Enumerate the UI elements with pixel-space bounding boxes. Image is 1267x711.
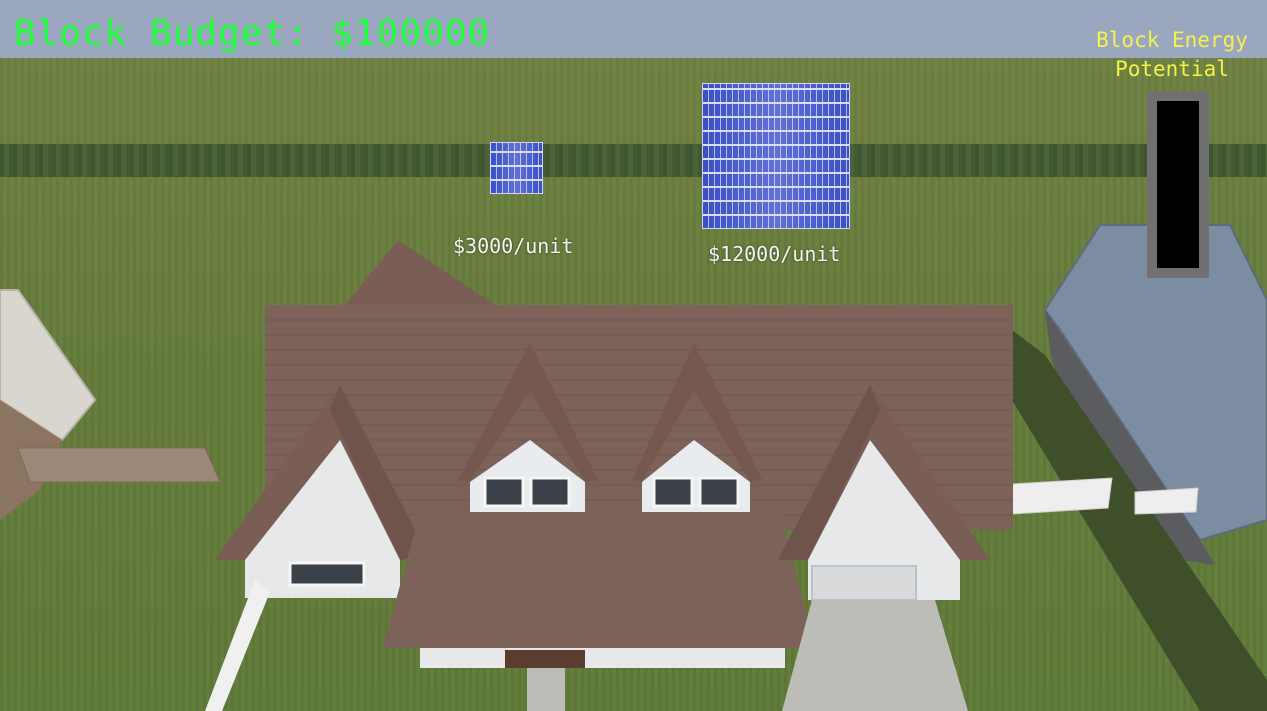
solar-panel-small-price: $3000/unit: [453, 234, 574, 258]
right-fence-1: [1011, 477, 1113, 515]
energy-meter: [1147, 91, 1209, 278]
block-budget-label: Block Budget: $100000: [14, 13, 491, 54]
garage-door: [811, 565, 917, 601]
dormer-2-window-b: [698, 476, 740, 508]
block-energy-label: Block Energy Potential: [1096, 28, 1248, 81]
dormer-1-window-a: [483, 476, 525, 508]
driveway: [782, 600, 968, 711]
right-fence-2: [1134, 487, 1199, 515]
solar-panel-small[interactable]: [490, 142, 543, 194]
scenery-svg: [0, 224, 1267, 711]
left-picket-fence: [205, 580, 270, 711]
dormer-1-window-b: [529, 476, 571, 508]
left-wing-window: [288, 561, 366, 587]
energy-meter-empty: [1157, 101, 1199, 268]
porch-railing: [420, 648, 785, 668]
walkway: [527, 668, 565, 711]
left-neighbor-fence: [17, 447, 221, 483]
porch-roof: [383, 512, 815, 648]
solar-panel-large[interactable]: [702, 83, 850, 229]
solar-panel-large-price: $12000/unit: [708, 242, 841, 266]
game-scene: $3000/unit $12000/unit Block Budget: $10…: [0, 0, 1267, 711]
dormer-2-window-a: [652, 476, 694, 508]
front-door: [505, 650, 585, 668]
